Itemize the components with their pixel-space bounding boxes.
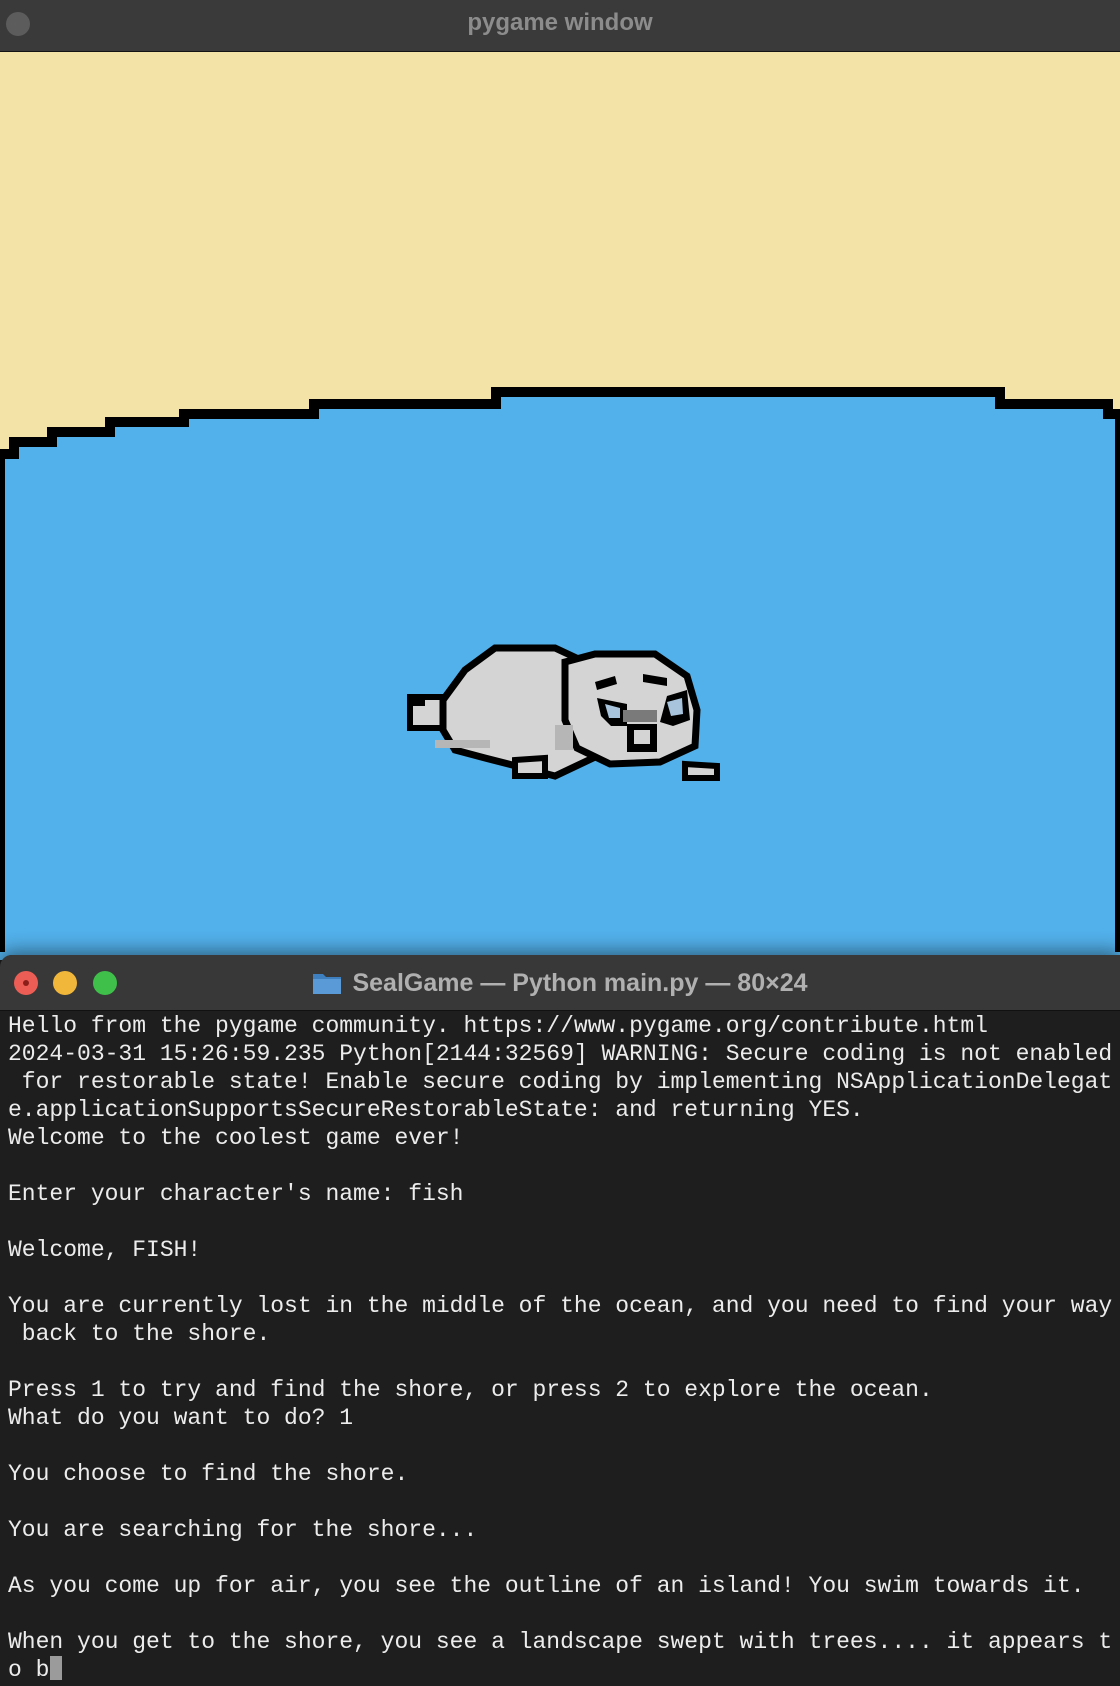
terminal-line: You are searching for the shore...: [8, 1517, 478, 1543]
terminal-line: e.applicationSupportsSecureRestorableSta…: [8, 1097, 864, 1123]
pygame-window: pygame window: [0, 0, 1120, 960]
terminal-line: Press 1 to try and find the shore, or pr…: [8, 1377, 933, 1403]
terminal-line: 2024-03-31 15:26:59.235 Python[2144:3256…: [8, 1041, 1113, 1067]
terminal-line: Enter your character's name: fish: [8, 1181, 464, 1207]
terminal-output[interactable]: Hello from the pygame community. https:/…: [8, 1012, 1120, 1686]
terminal-line: As you come up for air, you see the outl…: [8, 1573, 1085, 1599]
terminal-line: You choose to find the shore.: [8, 1461, 409, 1487]
terminal-line: Hello from the pygame community. https:/…: [8, 1013, 988, 1039]
terminal-line: Welcome to the coolest game ever!: [8, 1125, 464, 1151]
terminal-title-group: SealGame — Python main.py — 80×24: [0, 955, 1120, 1011]
terminal-line: Welcome, FISH!: [8, 1237, 202, 1263]
terminal-window: SealGame — Python main.py — 80×24 Hello …: [0, 955, 1120, 1686]
terminal-titlebar: SealGame — Python main.py — 80×24: [0, 955, 1120, 1011]
terminal-line: When you get to the shore, you see a lan…: [8, 1629, 1113, 1655]
text-cursor: [50, 1656, 63, 1680]
terminal-line: for restorable state! Enable secure codi…: [8, 1069, 1113, 1095]
terminal-input-line[interactable]: o b: [8, 1656, 1120, 1684]
pygame-titlebar: pygame window: [0, 0, 1120, 52]
terminal-line: back to the shore.: [8, 1321, 271, 1347]
window-title: pygame window: [467, 9, 653, 36]
game-canvas[interactable]: [0, 52, 1120, 960]
terminal-line: What do you want to do? 1: [8, 1405, 354, 1431]
folder-icon: [313, 974, 342, 994]
terminal-title: SealGame — Python main.py — 80×24: [352, 968, 808, 997]
terminal-input-text: o b: [8, 1657, 50, 1683]
terminal-line: You are currently lost in the middle of …: [8, 1293, 1113, 1319]
